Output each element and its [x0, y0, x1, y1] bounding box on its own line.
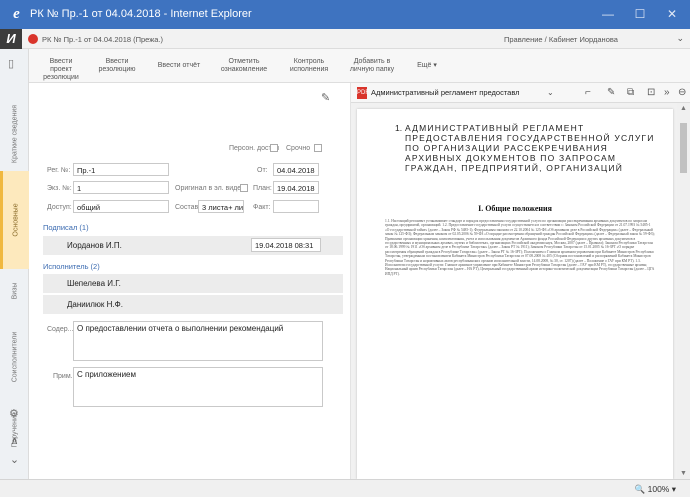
scroll-down-icon[interactable]: ⌄ [0, 453, 29, 466]
zoom-out-icon[interactable]: ⊖ [678, 87, 686, 98]
note-label: Прим.: [53, 373, 75, 380]
clipboard-icon[interactable]: ▯ [8, 57, 14, 70]
settings-icon[interactable]: ⚙ [9, 407, 19, 420]
tab-osnovnye[interactable]: Основные [0, 171, 29, 269]
ie-logo-icon: e [13, 6, 20, 22]
insert-icon[interactable]: ⌐ [585, 87, 591, 98]
card-form: ✎ Персон. доступ Срочно Рег. №: Пр.-1 От… [29, 83, 351, 479]
personal-access-checkbox[interactable] [270, 144, 278, 152]
urgent-label: Срочно [286, 145, 311, 152]
fact-date-field[interactable] [273, 200, 319, 213]
document-status-icon [28, 34, 38, 44]
page-body-text: 1.1. Настоящий регламент устанавливает с… [385, 219, 655, 276]
executor-section-label[interactable]: Исполнитель (2) [43, 262, 100, 271]
plan-date-field[interactable]: 19.04.2018 [273, 181, 319, 194]
expand-icon[interactable]: » [664, 87, 670, 98]
from-label: От: [257, 167, 268, 174]
left-sidebar: ▯ Краткие сведения Основные Визы Соиспол… [0, 49, 29, 479]
document-viewer: PDF Административный регламент предостав… [351, 83, 690, 479]
access-field[interactable]: общий [73, 200, 169, 213]
action-toolbar: Ввести проект резолюции Ввести резолюцию… [29, 49, 690, 83]
maximize-button[interactable]: ☐ [626, 5, 654, 23]
user-office[interactable]: Правление / Кабинет Иорданова [504, 35, 618, 44]
open-window-icon[interactable]: ⊡ [647, 87, 655, 98]
minimize-button[interactable]: — [594, 5, 622, 23]
signer-name: Иорданов И.П. [67, 241, 122, 250]
enter-report-button[interactable]: Ввести отчёт [151, 62, 207, 70]
original-electronic-checkbox[interactable] [240, 184, 248, 192]
enter-resolution-button[interactable]: Ввести резолюцию [95, 58, 139, 74]
chevron-down-icon[interactable]: ⌄ [676, 33, 684, 44]
window-title: РК № Пр.-1 от 04.04.2018 - Internet Expl… [30, 8, 252, 20]
original-electronic-label: Оригинал в эл. виде: [175, 185, 244, 192]
page-heading: АДМИНИСТРАТИВНЫЙ РЕГЛАМЕНТ ПРЕДОСТАВЛЕНИ… [405, 123, 655, 173]
from-date-field[interactable]: 04.04.2018 [273, 163, 319, 176]
app-header: И РК № Пр.-1 от 04.04.2018 (Прежа.) Прав… [0, 29, 690, 49]
document-dropdown-icon[interactable]: ⌄ [547, 88, 554, 97]
viewer-toolbar: PDF Административный регламент предостав… [351, 83, 690, 103]
zoom-control[interactable]: 🔍 100% ▾ [635, 484, 676, 495]
add-to-folder-button[interactable]: Добавить в личную папку [342, 58, 402, 74]
app-logo[interactable]: И [0, 29, 22, 49]
executor-name-2: Даниилюк Н.Ф. [67, 300, 123, 309]
pdf-icon: PDF [357, 87, 369, 99]
executor-row-1[interactable]: Шепелева И.Г. [43, 274, 343, 293]
execution-control-button[interactable]: Контроль исполнения [281, 58, 337, 74]
ekz-label: Экз. №: [47, 185, 72, 192]
tab-vizy[interactable]: Визы [0, 273, 29, 309]
enter-draft-resolution-button[interactable]: Ввести проект резолюции [39, 58, 83, 82]
document-page: 1. АДМИНИСТРАТИВНЫЙ РЕГЛАМЕНТ ПРЕДОСТАВЛ… [357, 109, 673, 479]
composition-field[interactable]: 3 листа+ лис [198, 200, 244, 213]
urgent-checkbox[interactable] [314, 144, 322, 152]
document-title: РК № Пр.-1 от 04.04.2018 (Прежа.) [42, 35, 164, 44]
content-label: Содер... [47, 326, 74, 333]
scroll-up-arrow-icon[interactable]: ▲ [677, 105, 690, 112]
page-heading-number: 1. [395, 123, 403, 133]
executor-row-2[interactable]: Даниилюк Н.Ф. [43, 295, 343, 314]
fact-label: Факт: [253, 204, 271, 211]
tab-kratkie-svedeniya[interactable]: Краткие сведения [0, 101, 29, 167]
executor-name-1: Шепелева И.Г. [67, 279, 121, 288]
scrollbar-thumb[interactable] [680, 123, 687, 173]
attached-document-select[interactable]: Административный регламент предоставл [371, 88, 520, 97]
signed-section-label[interactable]: Подписал (1) [43, 223, 89, 232]
ekz-field[interactable]: 1 [73, 181, 169, 194]
plan-label: План: [253, 185, 272, 192]
reg-no-label: Рег. №: [47, 167, 71, 174]
content-textarea[interactable]: О предоставлении отчета о выполнении рек… [73, 321, 323, 361]
edit-icon[interactable]: ✎ [321, 91, 330, 104]
mark-acquaintance-button[interactable]: Отметить ознакомление [216, 58, 272, 74]
scroll-up-icon[interactable]: ∧ [0, 434, 29, 447]
note-textarea[interactable]: С приложением [73, 367, 323, 407]
signed-date-field[interactable]: 19.04.2018 08:31 [251, 238, 321, 252]
tab-soispolniteli[interactable]: Соисполнители [0, 315, 29, 399]
copy-icon[interactable]: ⧉ [627, 87, 634, 98]
title-bar: e РК № Пр.-1 от 04.04.2018 - Internet Ex… [0, 0, 690, 29]
viewer-scrollbar[interactable]: ▲ ▼ [677, 103, 690, 479]
reg-no-field[interactable]: Пр.-1 [73, 163, 169, 176]
close-button[interactable]: ✕ [658, 5, 686, 23]
more-button[interactable]: Ещё ▾ [410, 62, 444, 70]
access-label: Доступ: [47, 204, 72, 211]
page-section-title: I. Общие положения [478, 204, 552, 213]
edit-document-icon[interactable]: ✎ [607, 87, 615, 98]
status-bar: 🔍 100% ▾ [0, 479, 690, 497]
composition-label: Состав: [175, 204, 201, 211]
scroll-down-arrow-icon[interactable]: ▼ [677, 470, 690, 477]
